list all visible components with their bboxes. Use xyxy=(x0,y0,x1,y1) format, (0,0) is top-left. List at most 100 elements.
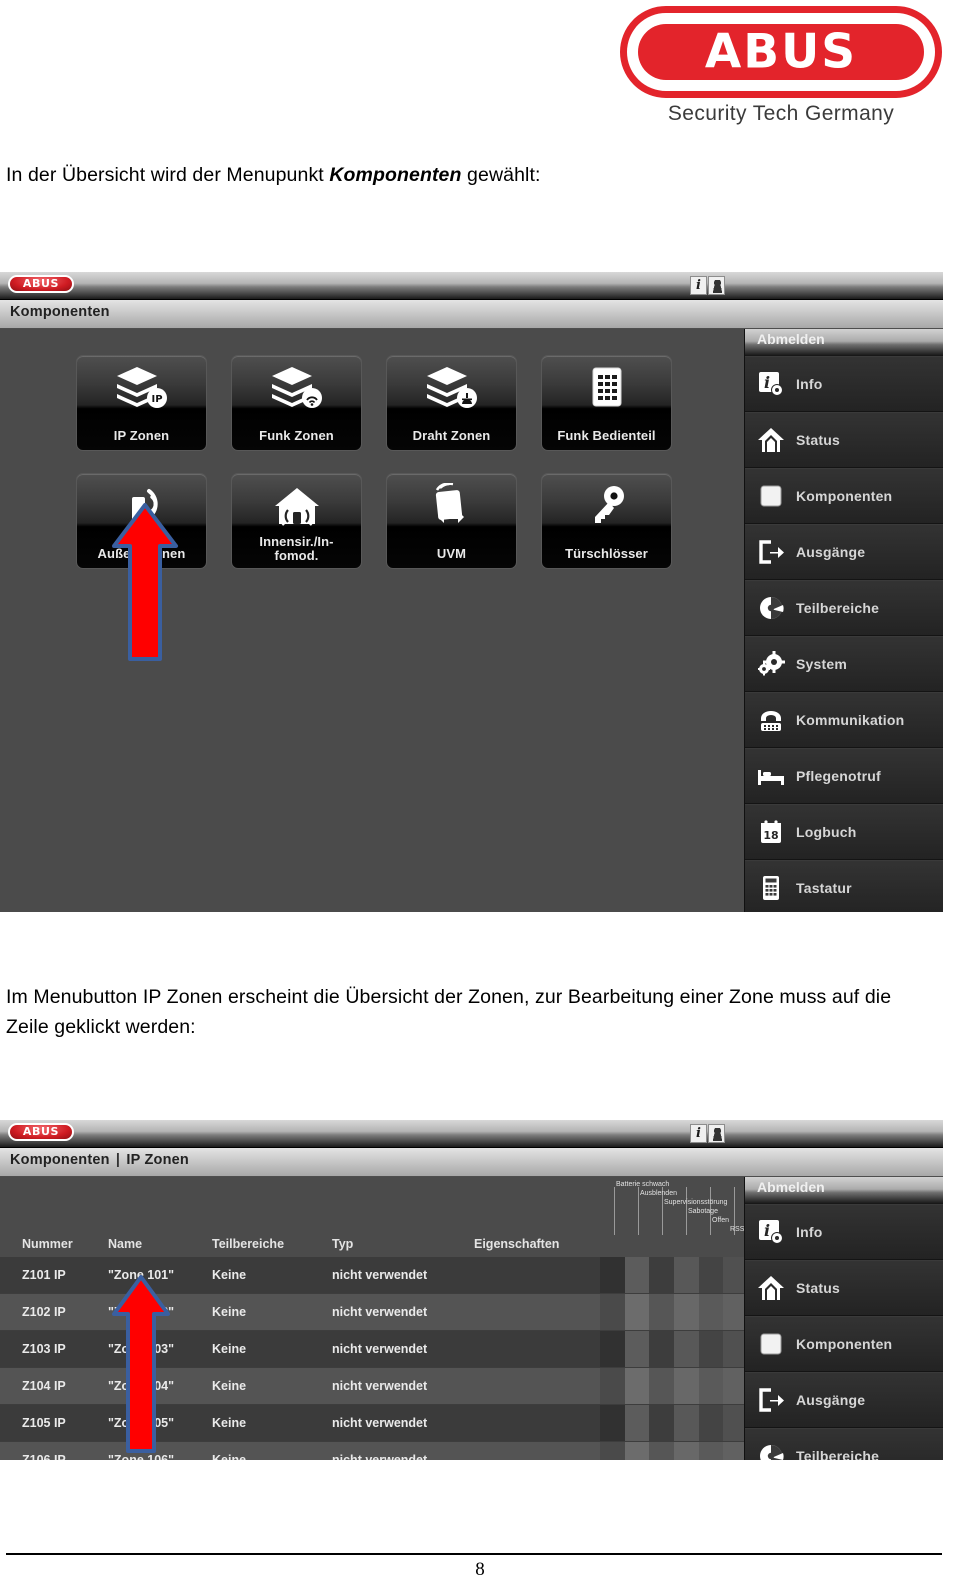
sidebar-item-info[interactable]: i Info xyxy=(745,356,943,412)
sidebar-item-info[interactable]: i Info xyxy=(745,1204,943,1260)
sidebar-item-label: Pflegenotruf xyxy=(796,768,881,784)
column-header-teilbereiche: Teilbereiche xyxy=(212,1237,285,1251)
tile-innensirene-infomodul[interactable]: Innensir./In-fomod. xyxy=(231,473,362,569)
intro-text-after: gewählt: xyxy=(461,164,541,186)
checkbox-offen[interactable] xyxy=(698,1331,724,1367)
table-column-headers: Nummer Name Teilbereiche Typ Eigenschaft… xyxy=(0,1235,745,1258)
sidebar-item-logbuch[interactable]: 18 Logbuch xyxy=(745,804,943,860)
diag-label-batterie-schwach: Batterie schwach xyxy=(616,1181,670,1188)
sidebar-item-kommunikation[interactable]: Kommunikation xyxy=(745,692,943,748)
cell-teilbereiche: Keine xyxy=(212,1453,247,1460)
cell-teilbereiche: Keine xyxy=(212,1416,247,1430)
checkbox-ausblenden[interactable] xyxy=(624,1405,650,1441)
column-header-nummer: Nummer xyxy=(22,1237,73,1251)
checkbox-supervisionsstoerung[interactable] xyxy=(649,1368,675,1404)
layers-wifi-icon xyxy=(232,364,361,412)
checkbox-batterie-schwach[interactable] xyxy=(600,1368,625,1404)
svg-text:18: 18 xyxy=(763,829,778,842)
sidebar-item-teilbereiche[interactable]: Teilbereiche xyxy=(745,1428,943,1460)
sidebar-navigation: Abmelden i Info Status Komponenten Ausgä… xyxy=(744,1177,943,1460)
tile-funk-bedienteil[interactable]: Funk Bedienteil xyxy=(541,355,672,451)
checkbox-batterie-schwach[interactable] xyxy=(600,1442,625,1460)
checkbox-ausblenden[interactable] xyxy=(624,1257,650,1293)
tile-tuerschloesser[interactable]: Türschlösser xyxy=(541,473,672,569)
user-icon[interactable] xyxy=(708,1124,725,1143)
pie-chart-icon xyxy=(760,597,784,619)
abus-brand-logo: ABUS Security Tech Germany xyxy=(620,6,942,132)
sidebar-item-label: Kommunikation xyxy=(796,712,905,728)
checkbox-ausblenden[interactable] xyxy=(624,1294,650,1330)
checkbox-ausblenden[interactable] xyxy=(624,1368,650,1404)
checkbox-offen[interactable] xyxy=(698,1257,724,1293)
checkbox-batterie-schwach[interactable] xyxy=(600,1331,625,1367)
sidebar-item-komponenten[interactable]: Komponenten xyxy=(745,468,943,524)
tile-label: Funk Bedienteil xyxy=(557,428,656,443)
cell-typ: nicht verwendet xyxy=(332,1305,428,1319)
intro-paragraph: In der Übersicht wird der Menupunkt Komp… xyxy=(6,160,766,190)
app-abus-logo[interactable]: ABUS xyxy=(8,275,74,293)
checkbox-batterie-schwach[interactable] xyxy=(600,1257,625,1293)
home-icon xyxy=(758,428,784,452)
sidebar-item-teilbereiche[interactable]: Teilbereiche xyxy=(745,580,943,636)
checkbox-sabotage[interactable] xyxy=(674,1368,699,1404)
cell-teilbereiche: Keine xyxy=(212,1342,247,1356)
tile-draht-zonen[interactable]: Draht Zonen xyxy=(386,355,517,451)
checkbox-sabotage[interactable] xyxy=(674,1442,699,1460)
sidebar-item-system[interactable]: System xyxy=(745,636,943,692)
checkbox-ausblenden[interactable] xyxy=(624,1331,650,1367)
keypad-icon xyxy=(542,364,671,412)
tile-ip-zonen[interactable]: IP IP Zonen xyxy=(76,355,207,451)
sidebar-logout-header[interactable]: Abmelden xyxy=(745,329,943,356)
sidebar-item-status[interactable]: Status xyxy=(745,1260,943,1316)
checkbox-supervisionsstoerung[interactable] xyxy=(649,1294,675,1330)
checkbox-sabotage[interactable] xyxy=(674,1405,699,1441)
sidebar-item-komponenten[interactable]: Komponenten xyxy=(745,1316,943,1372)
checkbox-supervisionsstoerung[interactable] xyxy=(649,1405,675,1441)
tile-label-line2: fomod. xyxy=(274,548,319,563)
checkbox-batterie-schwach[interactable] xyxy=(600,1405,625,1441)
user-icon[interactable] xyxy=(708,276,725,295)
tile-funk-zonen[interactable]: Funk Zonen xyxy=(231,355,362,451)
checkbox-ausblenden[interactable] xyxy=(624,1442,650,1460)
pie-chart-icon xyxy=(760,1445,784,1460)
app-abus-logo[interactable]: ABUS xyxy=(8,1123,74,1141)
checkbox-batterie-schwach[interactable] xyxy=(600,1294,625,1330)
checkbox-sabotage[interactable] xyxy=(674,1331,699,1367)
info-icon[interactable]: i xyxy=(690,276,707,295)
diag-label-ausblenden: Ausblenden xyxy=(640,1190,677,1197)
checkbox-supervisionsstoerung[interactable] xyxy=(649,1442,675,1460)
cell-typ: nicht verwendet xyxy=(332,1379,428,1393)
sidebar-item-tastatur[interactable]: Tastatur xyxy=(745,860,943,912)
info-icon[interactable]: i xyxy=(690,1124,707,1143)
column-header-name: Name xyxy=(108,1237,143,1251)
tile-label: UVM xyxy=(436,546,467,561)
sidebar-item-label: Tastatur xyxy=(796,880,852,896)
breadcrumb-parent[interactable]: Komponenten xyxy=(10,1152,110,1168)
diag-label-sabotage: Sabotage xyxy=(688,1208,718,1215)
breadcrumb: Komponenten | IP Zonen xyxy=(10,1152,189,1168)
sidebar-item-ausgaenge[interactable]: Ausgänge xyxy=(745,1372,943,1428)
house-siren-icon xyxy=(232,482,361,530)
checkbox-supervisionsstoerung[interactable] xyxy=(649,1257,675,1293)
sidebar-item-label: Teilbereiche xyxy=(796,1448,880,1460)
row-checkbox-group xyxy=(600,1257,749,1293)
cell-teilbereiche: Keine xyxy=(212,1305,247,1319)
checkbox-supervisionsstoerung[interactable] xyxy=(649,1331,675,1367)
sidebar-item-pflegenotruf[interactable]: Pflegenotruf xyxy=(745,748,943,804)
logo-pill-shape: ABUS xyxy=(620,6,942,98)
checkbox-offen[interactable] xyxy=(698,1405,724,1441)
sidebar-logout-header[interactable]: Abmelden xyxy=(745,1177,943,1204)
tile-uvm[interactable]: UVM xyxy=(386,473,517,569)
cell-typ: nicht verwendet xyxy=(332,1268,428,1282)
cell-nummer: Z103 IP xyxy=(22,1342,66,1356)
sidebar-item-ausgaenge[interactable]: Ausgänge xyxy=(745,524,943,580)
checkbox-offen[interactable] xyxy=(698,1368,724,1404)
output-arrow-icon xyxy=(759,540,784,564)
checkbox-sabotage[interactable] xyxy=(674,1257,699,1293)
checkbox-offen[interactable] xyxy=(698,1294,724,1330)
checkbox-offen[interactable] xyxy=(698,1442,724,1460)
breadcrumb-bar: Komponenten | IP Zonen xyxy=(0,1148,943,1177)
sidebar-item-status[interactable]: Status xyxy=(745,412,943,468)
checkbox-sabotage[interactable] xyxy=(674,1294,699,1330)
breadcrumb-current[interactable]: Komponenten xyxy=(10,304,110,320)
